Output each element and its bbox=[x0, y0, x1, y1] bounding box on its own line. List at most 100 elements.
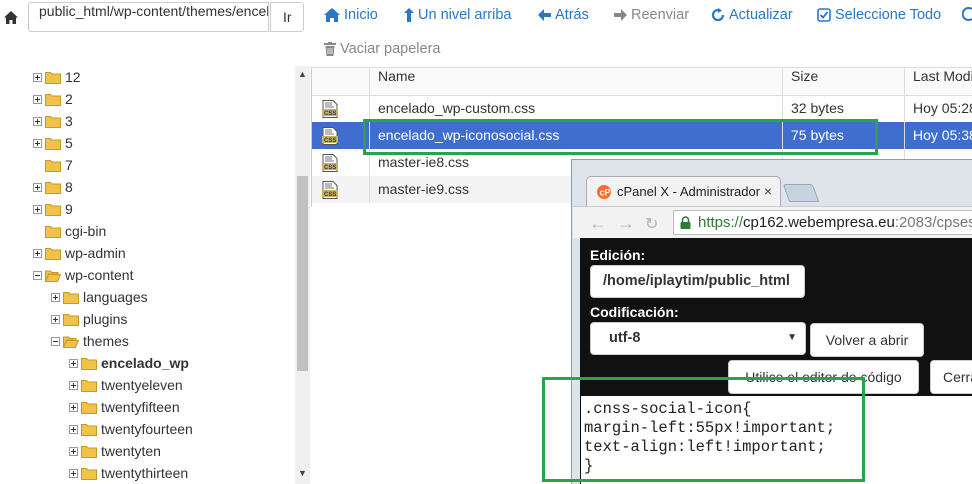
folder-icon bbox=[45, 225, 61, 238]
tree-item-label: 8 bbox=[65, 179, 73, 195]
expand-icon[interactable] bbox=[33, 94, 42, 104]
reopen-button[interactable]: Volver a abrir bbox=[810, 323, 924, 357]
tree-item[interactable]: encelado_wp bbox=[69, 352, 189, 374]
tree-item[interactable]: 8 bbox=[33, 176, 73, 198]
tree-item[interactable]: twentythirteen bbox=[69, 462, 188, 484]
arrow-right-icon bbox=[614, 9, 627, 21]
extra-toolbar-button[interactable] bbox=[962, 7, 972, 21]
column-name[interactable]: Name bbox=[369, 68, 782, 96]
select-all-label: Seleccione Todo bbox=[835, 7, 942, 23]
browser-reload-icon[interactable]: ↻ bbox=[645, 214, 658, 234]
back-button[interactable]: Atrás bbox=[538, 7, 589, 23]
address-bar[interactable]: https://cp162.webempresa.eu:2083/cpsess bbox=[673, 210, 972, 235]
url-path: :2083/cpsess bbox=[894, 214, 972, 231]
tree-item[interactable]: twentyfourteen bbox=[69, 418, 193, 440]
expand-icon[interactable] bbox=[33, 116, 42, 126]
file-size: 32 bytes bbox=[782, 95, 904, 122]
file-row[interactable]: CSS encelado_wp-custom.css 32 bytes Hoy 05:… bbox=[312, 95, 972, 122]
select-all-button[interactable]: Seleccione Todo bbox=[817, 7, 941, 23]
tree-item-label: wp-admin bbox=[65, 245, 126, 261]
expand-icon[interactable] bbox=[33, 138, 42, 148]
cpanel-logo-icon: cP bbox=[597, 184, 611, 199]
folder-open-icon bbox=[63, 336, 79, 348]
expand-icon[interactable] bbox=[33, 72, 42, 82]
tree-item[interactable]: twentyeleven bbox=[69, 374, 183, 396]
expand-icon[interactable] bbox=[69, 424, 78, 434]
tree-item[interactable]: 3 bbox=[33, 110, 73, 132]
encoding-value: utf-8 bbox=[609, 330, 641, 346]
collapse-icon[interactable] bbox=[33, 270, 42, 280]
tree-item[interactable]: cgi-bin bbox=[33, 220, 106, 242]
refresh-button[interactable]: Actualizar bbox=[711, 7, 793, 23]
column-modified[interactable]: Last Modified bbox=[904, 68, 972, 96]
file-path-field[interactable]: /home/iplaytim/public_html bbox=[590, 265, 805, 298]
tree-item[interactable]: twentyten bbox=[69, 440, 161, 462]
forward-button[interactable]: Reenviar bbox=[614, 7, 689, 23]
scroll-down-arrow-icon[interactable]: ▼ bbox=[298, 468, 307, 478]
inicio-button[interactable]: Inicio bbox=[324, 7, 378, 23]
up-level-button[interactable]: Un nivel arriba bbox=[404, 7, 512, 23]
tree-item-label: 12 bbox=[65, 69, 81, 85]
empty-trash-button[interactable]: Vaciar papelera bbox=[324, 41, 441, 57]
tree-item-label: twentyeleven bbox=[101, 377, 183, 393]
go-button[interactable]: Ir bbox=[270, 2, 304, 32]
tree-item-label: 7 bbox=[65, 157, 73, 173]
back-label: Atrás bbox=[555, 7, 589, 23]
expand-icon[interactable] bbox=[69, 358, 78, 368]
home-icon[interactable] bbox=[0, 0, 22, 34]
new-tab-button[interactable] bbox=[782, 184, 820, 202]
browser-forward-icon[interactable]: → bbox=[617, 213, 635, 234]
scrollbar-thumb[interactable] bbox=[297, 176, 308, 371]
svg-text:CSS: CSS bbox=[324, 192, 336, 198]
lock-icon bbox=[680, 216, 691, 229]
folder-icon bbox=[81, 445, 97, 458]
folder-icon bbox=[45, 93, 61, 106]
expand-icon[interactable] bbox=[33, 204, 42, 214]
edition-label: Edición: bbox=[590, 247, 646, 263]
browser-navbar: ← → ↻ https://cp162.webempresa.eu:2083/c… bbox=[573, 206, 972, 238]
browser-tab[interactable]: cP cPanel X - Administrador × bbox=[586, 176, 781, 206]
scroll-up-arrow-icon[interactable]: ▲ bbox=[298, 69, 307, 79]
selected-file-highlight bbox=[363, 119, 878, 155]
tree-item[interactable]: 7 bbox=[33, 154, 73, 176]
tree-item[interactable]: 12 bbox=[33, 66, 81, 88]
expand-icon[interactable] bbox=[33, 182, 42, 192]
tree-item[interactable]: plugins bbox=[51, 308, 127, 330]
folder-icon bbox=[63, 291, 79, 304]
expand-icon[interactable] bbox=[69, 402, 78, 412]
trash-icon bbox=[324, 42, 336, 56]
expand-icon[interactable] bbox=[69, 446, 78, 456]
expand-icon[interactable] bbox=[69, 380, 78, 390]
folder-icon bbox=[45, 159, 61, 172]
path-input[interactable]: public_html/wp-content/themes/encelado_w… bbox=[28, 2, 269, 32]
tree-item[interactable]: languages bbox=[51, 286, 148, 308]
tab-close-icon[interactable]: × bbox=[764, 183, 772, 199]
tree-item[interactable]: wp-admin bbox=[33, 242, 126, 264]
folder-open-icon bbox=[45, 270, 61, 282]
refresh-icon bbox=[711, 8, 725, 22]
column-size[interactable]: Size bbox=[782, 68, 904, 96]
svg-text:CSS: CSS bbox=[324, 111, 336, 117]
inicio-label: Inicio bbox=[344, 7, 378, 23]
tree-item[interactable]: twentyfifteen bbox=[69, 396, 180, 418]
tree-item[interactable]: themes bbox=[51, 330, 129, 352]
collapse-icon[interactable] bbox=[51, 336, 60, 346]
browser-back-icon[interactable]: ← bbox=[589, 213, 607, 234]
tree-item-label: encelado_wp bbox=[101, 355, 189, 371]
url-scheme: https:// bbox=[698, 214, 744, 231]
expand-icon[interactable] bbox=[51, 292, 60, 302]
tree-item-label: twentyfifteen bbox=[101, 399, 180, 415]
tab-title: cPanel X - Administrador bbox=[617, 184, 761, 199]
folder-icon bbox=[45, 203, 61, 216]
expand-icon[interactable] bbox=[51, 314, 60, 324]
tree-item[interactable]: 9 bbox=[33, 198, 73, 220]
tree-item[interactable]: wp-content bbox=[33, 264, 133, 286]
tree-scrollbar[interactable]: ▲ ▼ bbox=[295, 66, 310, 484]
expand-icon[interactable] bbox=[33, 248, 42, 258]
tree-item[interactable]: 2 bbox=[33, 88, 73, 110]
encoding-select[interactable]: utf-8 ▼ bbox=[590, 322, 806, 355]
tree-item[interactable]: 5 bbox=[33, 132, 73, 154]
tree-item-label: themes bbox=[83, 333, 129, 349]
expand-icon[interactable] bbox=[69, 468, 78, 478]
close-button[interactable]: Cerrar bbox=[930, 360, 972, 394]
